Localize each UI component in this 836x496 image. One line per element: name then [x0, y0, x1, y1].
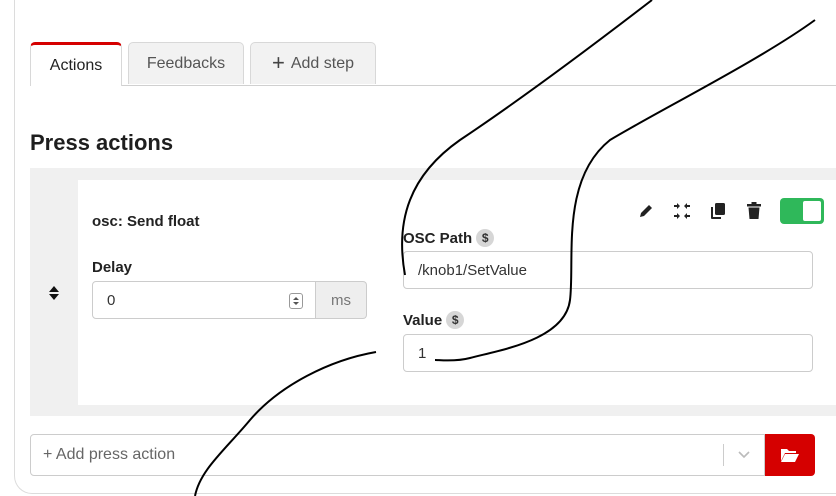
drag-handle[interactable]	[30, 180, 78, 405]
osc-path-input[interactable]: /knob1/SetValue	[403, 251, 813, 289]
folder-open-icon	[781, 449, 799, 462]
enable-toggle[interactable]	[780, 198, 824, 224]
chevron-down-icon[interactable]	[724, 451, 764, 459]
action-toolbar	[636, 198, 824, 224]
value-input[interactable]: 1	[403, 334, 813, 372]
action-list: osc: Send float Delay 0 ms OSC Path $ /k…	[30, 168, 836, 416]
plus-icon: +	[271, 49, 285, 75]
collapse-icon[interactable]	[672, 201, 692, 221]
delay-input[interactable]: 0	[92, 281, 316, 319]
osc-path-label: OSC Path $	[403, 229, 495, 247]
value-label-text: Value	[403, 311, 443, 329]
value-label: Value $	[403, 311, 465, 329]
delay-label: Delay	[92, 259, 133, 276]
action-card: osc: Send float Delay 0 ms OSC Path $ /k…	[78, 180, 836, 405]
add-press-action-placeholder: + Add press action	[43, 446, 176, 463]
tab-add-step[interactable]: + Add step	[250, 42, 376, 84]
tab-actions-label: Actions	[49, 56, 103, 74]
tab-bar: Actions Feedbacks + Add step	[30, 42, 836, 86]
delay-unit: ms	[316, 281, 367, 319]
copy-icon[interactable]	[708, 201, 728, 221]
delay-value: 0	[107, 291, 116, 309]
section-title: Press actions	[30, 130, 174, 155]
sort-icon	[49, 285, 59, 300]
tab-feedbacks[interactable]: Feedbacks	[128, 42, 244, 84]
add-press-action-select[interactable]: + Add press action	[30, 434, 765, 476]
trash-icon[interactable]	[744, 201, 764, 221]
pencil-icon[interactable]	[636, 201, 656, 221]
action-name: osc: Send float	[92, 213, 200, 230]
tab-feedbacks-label: Feedbacks	[146, 54, 226, 72]
value-value: 1	[418, 344, 427, 362]
delay-field: 0 ms	[92, 281, 367, 319]
spinner-icon[interactable]	[289, 293, 303, 309]
toggle-knob	[803, 201, 821, 221]
variable-icon: $	[476, 229, 495, 247]
variable-icon: $	[446, 311, 465, 329]
osc-path-value: /knob1/SetValue	[418, 261, 527, 279]
tab-actions[interactable]: Actions	[30, 42, 122, 86]
tab-add-step-label: Add step	[290, 54, 354, 72]
osc-path-label-text: OSC Path	[403, 229, 473, 247]
browse-presets-button[interactable]	[765, 434, 815, 476]
